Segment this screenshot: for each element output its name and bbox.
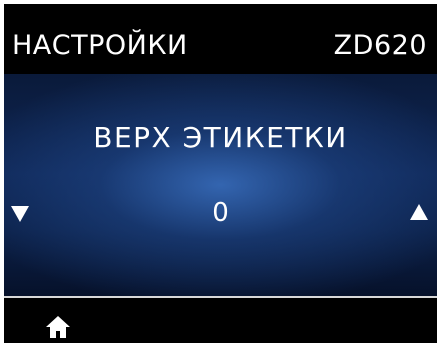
printer-display: НАСТРОЙКИ ZD620 ВЕРХ ЭТИКЕТКИ 0 [0,0,447,343]
setting-value: 0 [212,198,229,228]
menu-title: НАСТРОЙКИ [12,30,188,61]
home-icon[interactable] [46,316,70,338]
up-arrow-icon[interactable] [410,204,428,220]
setting-label: ВЕРХ ЭТИКЕТКИ [93,121,348,154]
printer-model: ZD620 [333,30,427,61]
setting-panel: ВЕРХ ЭТИКЕТКИ 0 [4,74,437,296]
screen: НАСТРОЙКИ ZD620 ВЕРХ ЭТИКЕТКИ 0 [4,4,437,343]
footer-bar [4,298,437,343]
header-bar: НАСТРОЙКИ ZD620 [4,4,437,74]
